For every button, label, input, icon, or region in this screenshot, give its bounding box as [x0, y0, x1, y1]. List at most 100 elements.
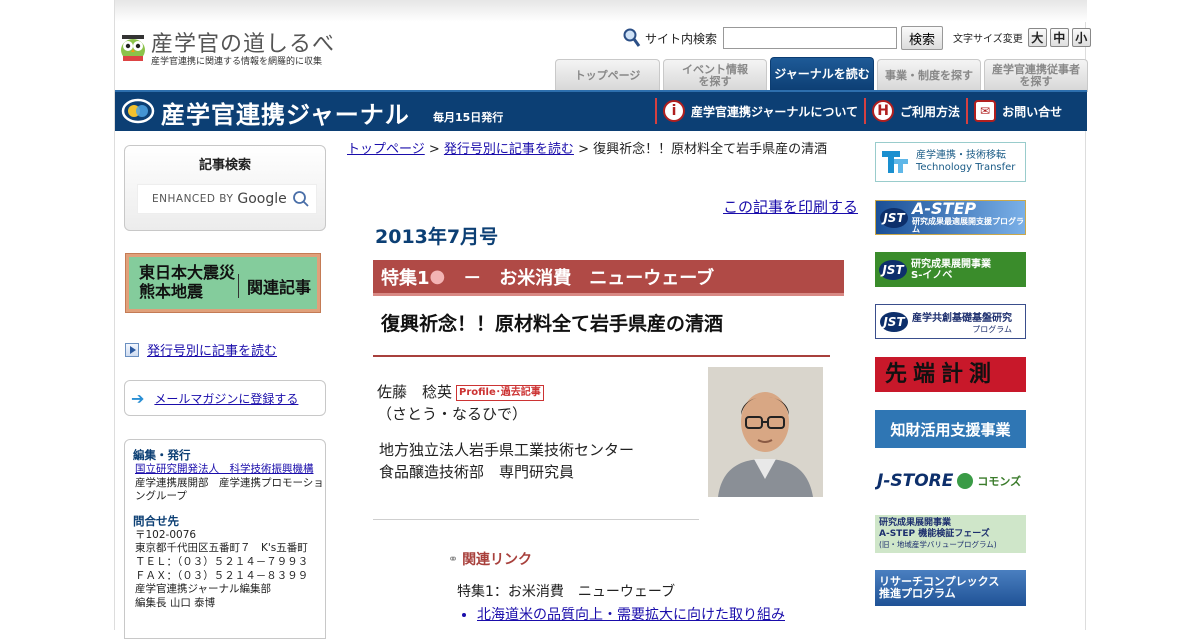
contact-line: ＴＥＬ：（０３）５２１４－７９９３	[135, 556, 309, 569]
tab-people[interactable]: 産学官連携従事者 を探す	[984, 59, 1088, 92]
affiliation-line: 地方独立法人岩手県工業技術センター	[379, 441, 635, 459]
issue-list-text[interactable]: 発行号別に記事を読む	[147, 340, 277, 359]
banner-s-innovation-text: 研究成果展開事業 S-イノベ	[911, 258, 991, 281]
arrow-right-icon: ➔	[131, 388, 145, 408]
publisher-org-link[interactable]: 国立研究開発法人 科学技術振興機構	[133, 463, 325, 477]
banner-kyoso-title: 産学共創基礎基盤研究	[912, 312, 1012, 324]
tab-journal[interactable]: ジャーナルを読む	[770, 57, 874, 92]
publisher-department: 産学連携展開部 産学連携プロモーショングループ	[135, 476, 324, 503]
disaster-banner-label: 関連記事	[237, 274, 311, 298]
jst-logo-icon: JST	[879, 259, 907, 280]
related-feature: 特集1：お米消費 ニューウェーブ	[457, 584, 676, 600]
banner-a-step-sub: 研究成果最適展開支援プログラム	[912, 216, 1024, 235]
tab-top-page[interactable]: トップページ	[555, 59, 660, 92]
play-icon	[125, 342, 139, 357]
mail-magazine-link[interactable]: メールマガジンに登録する	[154, 390, 298, 407]
author-affiliation: 地方独立法人岩手県工業技術センター 食品醸造技術部 専門研究員	[379, 440, 634, 484]
search-label: サイト内検索	[645, 31, 718, 46]
about-journal-label: 産学官連携ジャーナルについて	[691, 104, 859, 119]
banner-a-step-title: A-STEP	[912, 200, 977, 218]
owl-icon	[121, 35, 145, 61]
journal-title: 産学官連携ジャーナル	[161, 101, 410, 129]
font-size-large-button[interactable]: 大	[1027, 28, 1047, 47]
journal-subtitle: 毎月15日発行	[433, 111, 504, 124]
google-prefix: ENHANCED BY	[152, 193, 234, 205]
banner-ip-support[interactable]: 知財活用支援事業	[875, 410, 1026, 448]
tab-programs[interactable]: 事業・制度を探す	[877, 59, 981, 92]
font-size-label: 文字サイズ変更	[953, 34, 1023, 45]
bullet-icon: ●	[429, 266, 446, 287]
search-icon	[623, 28, 641, 47]
tab-events[interactable]: イベント情報 を探す	[663, 59, 767, 92]
banner-kyoso-sub: プログラム	[972, 324, 1012, 334]
contact-line: 〒102-0076	[135, 528, 197, 541]
issue-list-link[interactable]: 発行号別に記事を読む	[125, 340, 277, 359]
banner-a-step[interactable]: JST A-STEP 研究成果最適展開支援プログラム	[875, 200, 1026, 235]
font-size-small-button[interactable]: 小	[1071, 28, 1091, 47]
mail-icon: ✉	[974, 100, 997, 122]
banner-verification-sub: (旧・地域産学バリュープログラム)	[879, 539, 997, 549]
google-search-input[interactable]: ENHANCED BY Google	[137, 184, 317, 214]
print-article-link[interactable]: この記事を印刷する	[723, 196, 858, 217]
breadcrumb-top[interactable]: トップページ	[347, 142, 425, 157]
author-divider	[373, 519, 699, 520]
contact-heading: 問合せ先	[133, 513, 179, 528]
link-icon: ⚭	[448, 552, 459, 566]
related-links-heading: ⚭ 関連リンク	[448, 549, 532, 569]
banner-tt-text: 産学連携・技術移転 Technology Transfer	[916, 149, 1016, 174]
banner-j-store[interactable]: J-STORE コモンズ	[875, 462, 1026, 500]
journal-links: i 産学官連携ジャーナルについて H ご利用方法 ✉ お問い合せ	[655, 98, 1068, 124]
title-divider	[373, 355, 830, 357]
banner-technology-transfer[interactable]: 産学連携・技術移転 Technology Transfer	[875, 142, 1026, 182]
feature-header: 特集1 ● － お米消費 ニューウェーブ	[373, 260, 844, 296]
mail-magazine-box[interactable]: ➔ メールマガジンに登録する	[124, 380, 326, 416]
profile-badge[interactable]: Profile･過去記事	[456, 384, 544, 401]
font-size-switcher: 文字サイズ変更 大 中 小	[953, 28, 1091, 47]
author-block: 佐藤 稔英 Profile･過去記事 （さとう・なるひで）	[377, 382, 544, 426]
jst-logo-icon: JST	[880, 311, 908, 332]
usage-label: ご利用方法	[900, 104, 961, 119]
article-search-box: 記事検索 ENHANCED BY Google	[124, 145, 326, 231]
site-search: サイト内検索 検索	[623, 26, 944, 50]
search-icon[interactable]	[292, 190, 310, 208]
banner-sangaku-kyoso[interactable]: JST 産学共創基礎基盤研究 プログラム	[875, 304, 1026, 339]
globe-icon	[957, 473, 974, 489]
info-icon: i	[663, 100, 685, 122]
author-reading: （さとう・なるひで）	[377, 404, 528, 423]
google-name: Google	[237, 191, 287, 207]
journal-header-bar: 産学官連携ジャーナル 毎月15日発行 i 産学官連携ジャーナルについて H ご利…	[115, 90, 1087, 131]
affiliation-line: 食品醸造技術部 専門研究員	[379, 462, 575, 481]
related-link[interactable]: 北海道米の品質向上・需要拡大に向けた取り組み	[477, 607, 785, 623]
contact-link[interactable]: ✉ お問い合せ	[966, 98, 1068, 124]
site-logo[interactable]: 産学官の道しるべ 産学官連携に関連する情報を網羅的に収集	[119, 26, 339, 70]
related-links-list: 北海道米の品質向上・需要拡大に向けた取り組み	[477, 604, 785, 624]
banner-s-innovation[interactable]: JST 研究成果展開事業 S-イノベ	[875, 252, 1026, 287]
banner-jstore-title: J-STORE	[877, 471, 954, 491]
banner-a-step-verification[interactable]: 研究成果展開事業 A-STEP 機能検証フェーズ (旧・地域産学バリュープログラ…	[875, 515, 1026, 553]
feature-title: － お米消費 ニューウェーブ	[463, 267, 715, 289]
banner-research-complex[interactable]: リサーチコンプレックス 推進プログラム	[875, 570, 1026, 606]
help-icon: H	[872, 100, 895, 122]
search-input[interactable]	[723, 27, 898, 49]
article-title: 復興祈念！！原材料全て岩手県産の清酒	[381, 313, 724, 335]
contact-line: 東京都千代田区五番町７ K's五番町	[135, 542, 308, 555]
about-journal-link[interactable]: i 産学官連携ジャーナルについて	[655, 98, 864, 124]
breadcrumb-issues[interactable]: 発行号別に記事を読む	[444, 142, 574, 157]
tt-logo-icon	[882, 151, 908, 173]
contact-line: 産学官連携ジャーナル編集部	[135, 583, 271, 596]
related-heading-text: 関連リンク	[462, 552, 533, 568]
banner-verification-title: 研究成果展開事業 A-STEP 機能検証フェーズ	[879, 518, 990, 539]
search-button[interactable]: 検索	[901, 26, 944, 50]
publisher-heading: 編集・発行	[133, 448, 191, 462]
banner-sentan-text: 先端計測	[885, 361, 998, 388]
banner-sentan-keisoku[interactable]: 先端計測	[875, 357, 1026, 392]
logo-subtitle: 産学官連携に関連する情報を網羅的に収集	[151, 57, 323, 67]
breadcrumb-current: 復興祈念！！原材料全て岩手県産の清酒	[593, 142, 828, 157]
disaster-articles-banner[interactable]: 東日本大震災 熊本地震 関連記事	[126, 254, 320, 312]
font-size-medium-button[interactable]: 中	[1049, 28, 1069, 47]
journal-logo-icon	[121, 98, 155, 124]
contact-line: ＦＡＸ：（０３）５２１４－８３９９	[135, 569, 309, 582]
usage-link[interactable]: H ご利用方法	[864, 98, 966, 124]
page: 産学官の道しるべ 産学官連携に関連する情報を網羅的に収集 サイト内検索 検索 文…	[114, 0, 1091, 639]
list-item: 北海道米の品質向上・需要拡大に向けた取り組み	[477, 604, 785, 624]
